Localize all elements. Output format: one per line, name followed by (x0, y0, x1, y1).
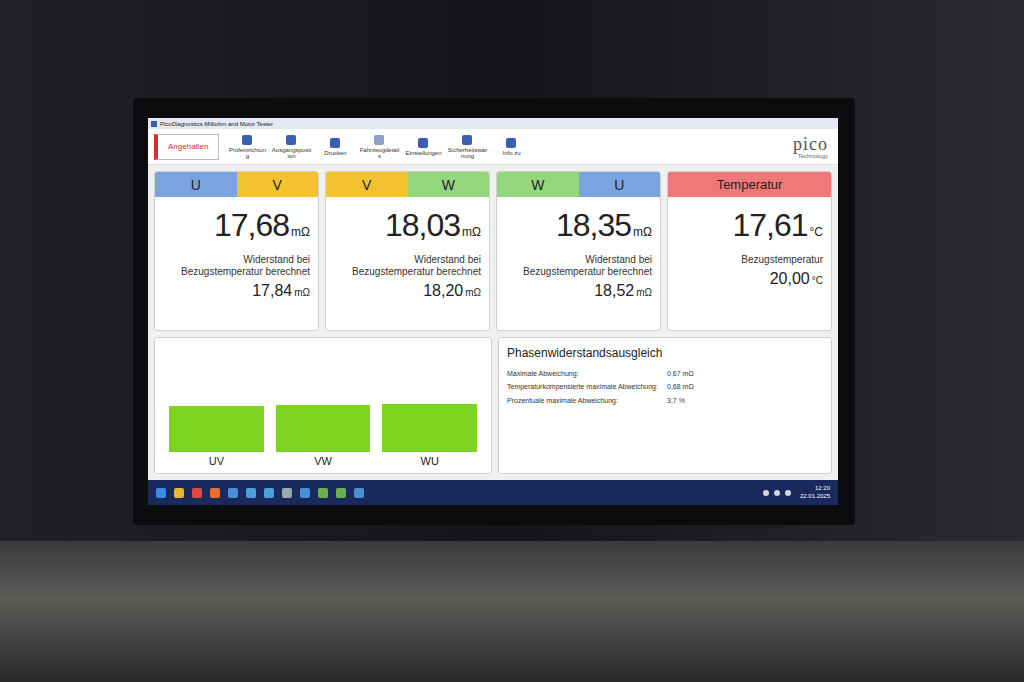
taskbar-app-icon[interactable] (192, 488, 202, 498)
card-body: 18,35mΩ Widerstand bei Bezugstemperatur b… (497, 197, 660, 330)
taskbar-app-icon[interactable] (246, 488, 256, 498)
phase-label: V (237, 172, 319, 197)
balance-row: Temperaturkompensierte maximale Abweichu… (507, 383, 823, 391)
resistance-card: WU 18,35mΩ Widerstand bei Bezugstemperatur… (496, 171, 661, 331)
taskbar-app-icon[interactable] (264, 488, 274, 498)
caption: Widerstand bei Bezugstemperatur berechne… (163, 254, 310, 278)
card-header: WU (497, 172, 660, 197)
toolbar-icon (417, 137, 429, 149)
toolbar-label: Ausgangsposition (271, 147, 311, 160)
card-body: 18,03mΩ Widerstand bei Bezugstemperatur b… (326, 197, 489, 330)
caption: Widerstand bei Bezugstemperatur berechne… (505, 254, 652, 278)
phase-label: U (155, 172, 237, 197)
logo-name: pico (793, 135, 828, 153)
taskbar-app-icon[interactable] (300, 488, 310, 498)
pico-logo: picoTechnology (793, 135, 832, 159)
bar-chart: UV VW WU (154, 337, 492, 474)
bar-column: WU (382, 400, 477, 467)
taskbar: 12:2022.01.2025 (148, 480, 838, 505)
app-icon (151, 121, 157, 127)
bottom-row: UV VW WU Phasenwiderstandsausgleich Maximale… (154, 337, 832, 474)
resistance-card: UV 17,68mΩ Widerstand bei Bezugstemperatur… (154, 171, 319, 331)
photo-scene: PicoDiagnostics Milliohm and Motor Teste… (0, 0, 1024, 682)
taskbar-app-icon[interactable] (156, 488, 166, 498)
toolbar-icon (329, 137, 341, 149)
value: 18,03mΩ (385, 207, 481, 244)
screen: PicoDiagnostics Milliohm and Motor Teste… (148, 118, 838, 505)
value: 17,68mΩ (214, 207, 310, 244)
taskbar-app-icon[interactable] (336, 488, 346, 498)
status-button[interactable]: Angehalten (154, 134, 219, 160)
tray-icon (763, 490, 769, 496)
taskbar-app-icon[interactable] (228, 488, 238, 498)
bar-label: VW (314, 455, 332, 467)
value: 18,35mΩ (556, 207, 652, 244)
toolbar-item[interactable]: Ausgangsposition (271, 134, 311, 160)
reference-value: 18,52mΩ (594, 282, 652, 300)
card-row: UV17,68mΩWiderstand bei Bezugstemperatur… (154, 171, 832, 331)
card-header: UV (155, 172, 318, 197)
system-tray: 12:2022.01.2025 (763, 485, 830, 499)
toolbar-item[interactable]: Sicherheitswarnung (447, 134, 487, 160)
taskbar-app-icon[interactable] (210, 488, 220, 498)
value: 17,61°C (732, 207, 823, 244)
card-header: Temperatur (668, 172, 831, 197)
taskbar-app-icon[interactable] (174, 488, 184, 498)
toolbar-item[interactable]: Einstellungen (403, 137, 443, 156)
monitor: PicoDiagnostics Milliohm and Motor Teste… (133, 98, 855, 525)
card-header: VW (326, 172, 489, 197)
clock: 12:2022.01.2025 (800, 485, 830, 499)
resistance-card: VW 18,03mΩ Widerstand bei Bezugstemperatur… (325, 171, 490, 331)
phase-label: W (497, 172, 579, 197)
reference-value: 17,84mΩ (252, 282, 310, 300)
bar (169, 406, 264, 452)
card-body: 17,61°C Bezugstemperatur 20,00°C (668, 197, 831, 330)
toolbar-label: Info zu (502, 150, 520, 156)
phase-label: W (408, 172, 490, 197)
tray-icon (785, 490, 791, 496)
bar-label: WU (421, 455, 439, 467)
balance-panel: Phasenwiderstandsausgleich Maximale Abwei… (498, 337, 832, 474)
window-title: PicoDiagnostics Milliohm and Motor Teste… (160, 121, 273, 127)
balance-row: Maximale Abweichung:0,67 mΩ (507, 370, 823, 378)
toolbar-icon (373, 134, 385, 146)
card-body: 17,68mΩ Widerstand bei Bezugstemperatur b… (155, 197, 318, 330)
toolbar-icon (505, 137, 517, 149)
toolbar-icon (241, 134, 253, 146)
bar-column: VW (276, 400, 371, 467)
bar (276, 405, 371, 452)
desk (0, 541, 1024, 682)
toolbar-icon (285, 134, 297, 146)
toolbar-item[interactable]: Info zu (491, 137, 531, 156)
toolbar-label: Sicherheitswarnung (447, 147, 487, 160)
phase-label: V (326, 172, 408, 197)
panel-title: Phasenwiderstandsausgleich (507, 346, 823, 360)
toolbar-item[interactable]: Fahrzeugdetails (359, 134, 399, 160)
phase-label: U (579, 172, 661, 197)
toolbar-item[interactable]: Drucken (315, 137, 355, 156)
reference-value: 18,20mΩ (423, 282, 481, 300)
tray-icon (774, 490, 780, 496)
taskbar-app-icon[interactable] (318, 488, 328, 498)
temperature-card: Temperatur 17,61°C Bezugstemperatur 20,00°C (667, 171, 832, 331)
reference-value: 20,00°C (770, 270, 823, 288)
toolbar-label: Drucken (324, 150, 346, 156)
taskbar-app-icon[interactable] (282, 488, 292, 498)
toolbar-label: Fahrzeugdetails (359, 147, 399, 160)
toolbar-label: Einstellungen (405, 150, 441, 156)
logo-subtitle: Technology (798, 153, 828, 159)
toolbar-icon (461, 134, 473, 146)
toolbar: Angehalten Prüfeinrichtung Ausgangspositio… (148, 129, 838, 165)
taskbar-app-icon[interactable] (354, 488, 364, 498)
toolbar-label: Prüfeinrichtung (227, 147, 267, 160)
bar-column: UV (169, 400, 264, 467)
balance-row: Prozentuale maximale Abweichung:3,7 % (507, 397, 823, 405)
bar-label: UV (209, 455, 224, 467)
caption: Bezugstemperatur (741, 254, 823, 266)
toolbar-item[interactable]: Prüfeinrichtung (227, 134, 267, 160)
title-bar: PicoDiagnostics Milliohm and Motor Teste… (148, 118, 838, 129)
bar (382, 404, 477, 452)
content: UV17,68mΩWiderstand bei Bezugstemperatur… (148, 165, 838, 480)
caption: Widerstand bei Bezugstemperatur berechne… (334, 254, 481, 278)
